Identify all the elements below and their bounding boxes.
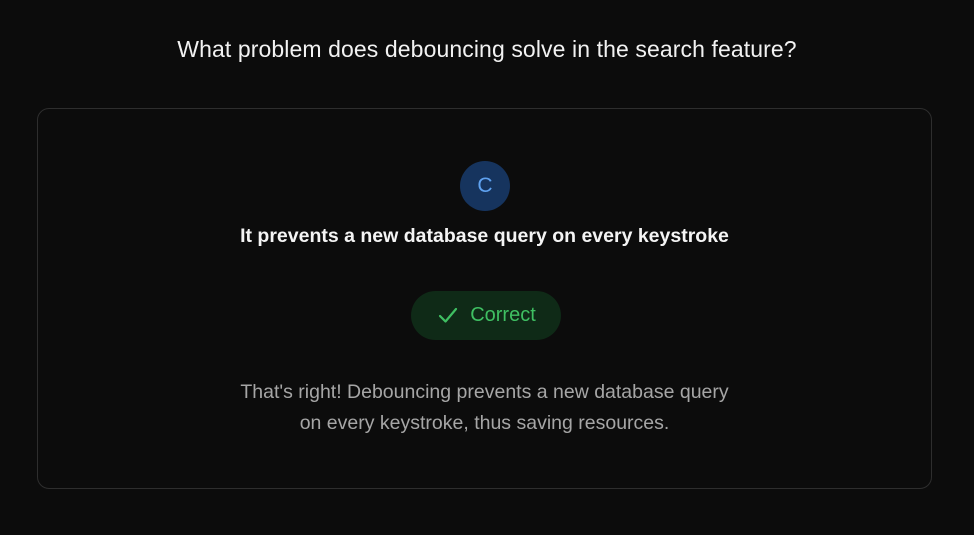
answer-letter: C [477,174,493,197]
result-label: Correct [470,304,536,326]
selected-answer-text: It prevents a new database query on ever… [240,225,729,247]
question-title: What problem does debouncing solve in th… [177,36,797,62]
result-status-badge: Correct [411,291,561,340]
checkmark-icon [436,299,460,333]
feedback-line-1: That's right! Debouncing prevents a new … [240,381,729,403]
quiz-result-page: What problem does debouncing solve in th… [0,0,974,535]
feedback-message: That's right! Debouncing prevents a new … [38,377,931,439]
feedback-line-2: on every keystroke, thus saving resource… [299,412,670,434]
answer-letter-badge: C [460,161,510,211]
answer-card: C It prevents a new database query on ev… [37,108,932,489]
